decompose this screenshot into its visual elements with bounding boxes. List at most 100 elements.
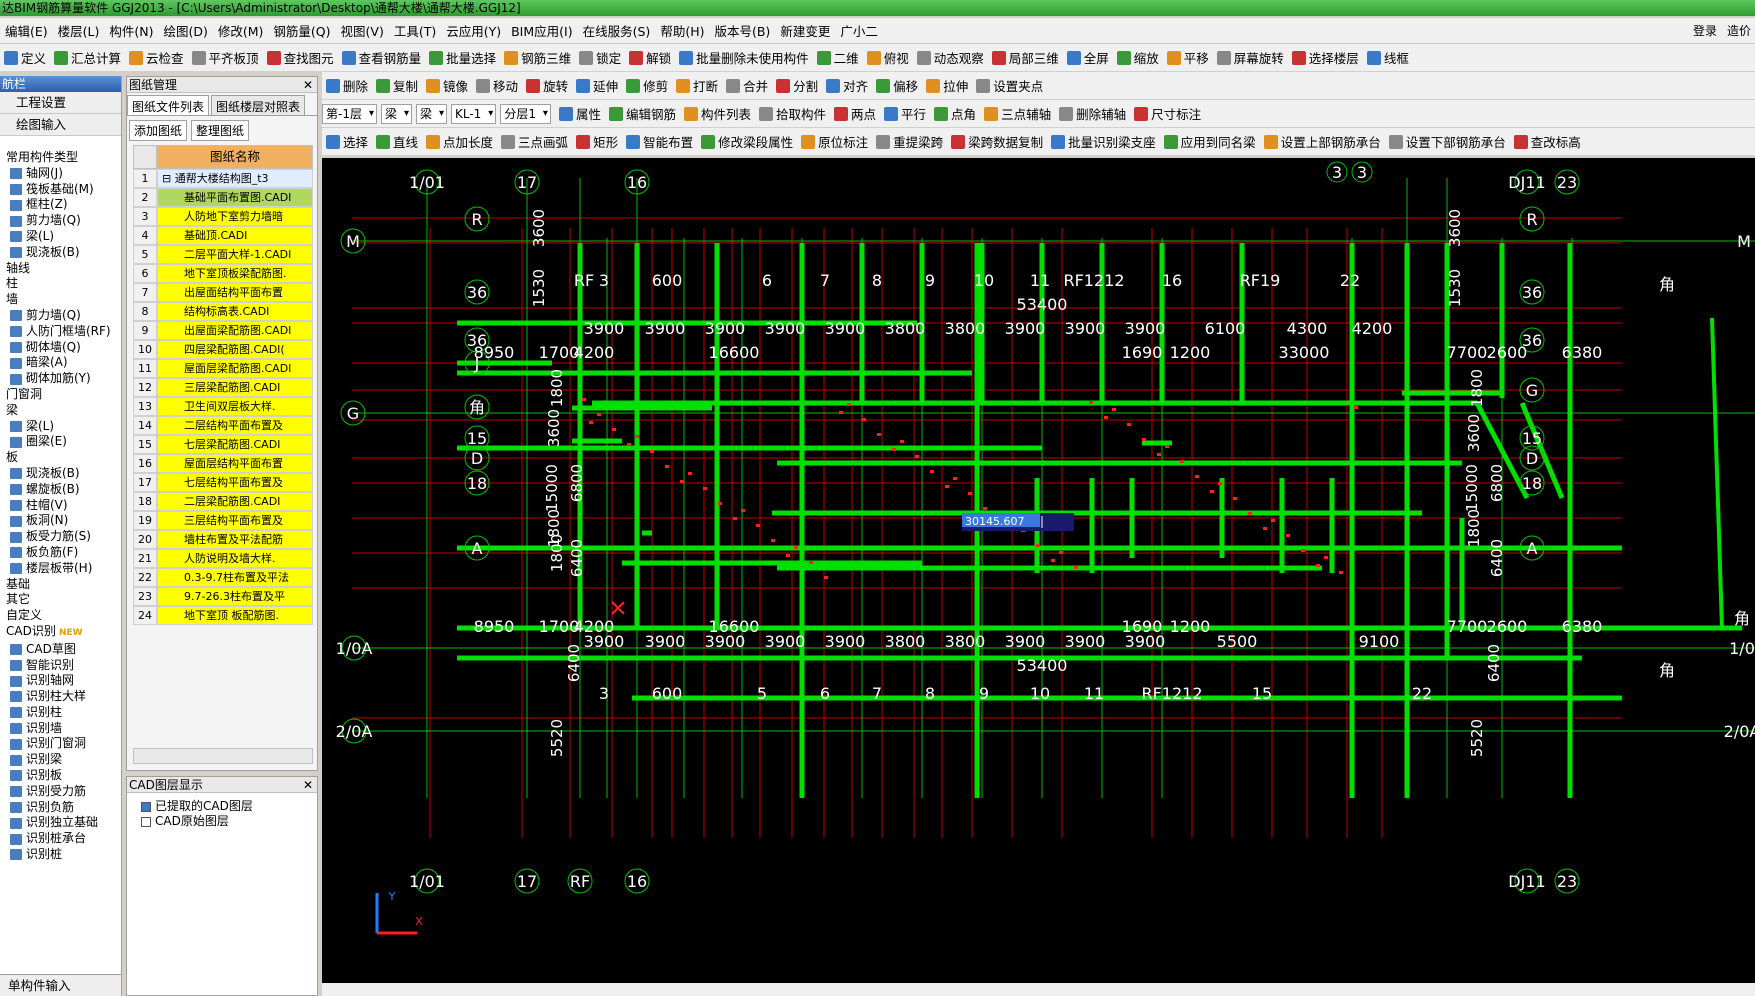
member-button-2[interactable]: 构件列表 xyxy=(680,103,755,125)
member-button-5[interactable]: 平行 xyxy=(880,103,930,125)
drawing-name-cell[interactable]: 人防说明及墙大样. xyxy=(157,549,313,568)
tree-item-14[interactable]: 砌体加筋(Y) xyxy=(4,371,121,387)
edit-button-3[interactable]: 移动 xyxy=(472,75,522,97)
menu-right-0[interactable]: 登录 xyxy=(1693,22,1717,39)
table-row[interactable]: 4 基础顶.CADI xyxy=(133,226,313,245)
checkbox-icon[interactable] xyxy=(141,801,151,812)
tree-group-0[interactable]: 常用构件类型 xyxy=(4,150,121,166)
menu-item-8[interactable]: 云应用(Y) xyxy=(441,21,506,40)
draw-button-5[interactable]: 智能布置 xyxy=(622,131,697,153)
edit-button-10[interactable]: 对齐 xyxy=(822,75,872,97)
tree-item-26[interactable]: 楼层板带(H) xyxy=(4,561,121,577)
tree-item-31[interactable]: CAD草图 xyxy=(4,642,121,658)
menu-item-1[interactable]: 楼层(L) xyxy=(53,21,105,40)
tree-item-35[interactable]: 识别柱 xyxy=(4,705,121,721)
type-select[interactable]: 梁 xyxy=(380,103,412,124)
drawing-name-cell[interactable]: 三层结构平面布置及 xyxy=(157,511,313,530)
tree-item-42[interactable]: 识别独立基础 xyxy=(4,815,121,831)
close-icon[interactable]: ✕ xyxy=(303,77,313,93)
table-row[interactable]: 12 三层梁配筋图.CADI xyxy=(133,378,313,397)
tree-group-30[interactable]: CAD识别 NEW xyxy=(4,624,121,642)
table-row[interactable]: 6 地下室顶板梁配筋图. xyxy=(133,264,313,283)
tree-group-8[interactable]: 柱 xyxy=(4,276,121,292)
main-button-15[interactable]: 全屏 xyxy=(1063,47,1113,69)
drawing-name-cell[interactable]: 基础顶.CADI xyxy=(157,226,313,245)
menu-item-13[interactable]: 新建变更 xyxy=(775,21,835,40)
main-button-6[interactable]: 批量选择 xyxy=(425,47,500,69)
horizontal-scrollbar[interactable] xyxy=(133,748,313,764)
draw-button-4[interactable]: 矩形 xyxy=(572,131,622,153)
tree-group-29[interactable]: 自定义 xyxy=(4,608,121,624)
main-button-17[interactable]: 平移 xyxy=(1163,47,1213,69)
edit-button-6[interactable]: 修剪 xyxy=(622,75,672,97)
draw-button-13[interactable]: 设置下部钢筋承台 xyxy=(1385,131,1510,153)
edit-button-5[interactable]: 延伸 xyxy=(572,75,622,97)
table-row[interactable]: 1 ⊟ 通帮大楼结构图_t3 xyxy=(133,169,313,188)
tree-item-1[interactable]: 轴网(J) xyxy=(4,166,121,182)
edit-button-2[interactable]: 镜像 xyxy=(422,75,472,97)
table-row[interactable]: 11 屋面层梁配筋图.CADI xyxy=(133,359,313,378)
menu-item-3[interactable]: 绘图(D) xyxy=(158,21,212,40)
floor-select[interactable]: 第-1层 xyxy=(322,103,377,124)
drawing-name-cell[interactable]: 二层梁配筋图.CADI xyxy=(157,492,313,511)
tab-floor-mapping[interactable]: 图纸楼层对照表 xyxy=(211,95,306,115)
drawing-name-cell[interactable]: 出屋面结构平面布置 xyxy=(157,283,313,302)
main-button-11[interactable]: 二维 xyxy=(813,47,863,69)
member-button-3[interactable]: 拾取构件 xyxy=(755,103,830,125)
drawing-name-cell[interactable]: 三层梁配筋图.CADI xyxy=(157,378,313,397)
tree-item-21[interactable]: 螺旋板(B) xyxy=(4,482,121,498)
drawing-name-cell[interactable]: 二层结构平面布置及 xyxy=(157,416,313,435)
menu-item-10[interactable]: 在线服务(S) xyxy=(578,21,656,40)
table-row[interactable]: 13 卫生间双层板大样. xyxy=(133,397,313,416)
table-row[interactable]: 18 二层梁配筋图.CADI xyxy=(133,492,313,511)
menu-item-5[interactable]: 钢筋量(Q) xyxy=(268,21,335,40)
member-button-0[interactable]: 属性 xyxy=(555,103,605,125)
tree-item-2[interactable]: 筏板基础(M) xyxy=(4,182,121,198)
menu-item-6[interactable]: 视图(V) xyxy=(336,21,389,40)
tree-item-3[interactable]: 框柱(Z) xyxy=(4,197,121,213)
draw-button-6[interactable]: 修改梁段属性 xyxy=(697,131,797,153)
tree-item-10[interactable]: 剪力墙(Q) xyxy=(4,308,121,324)
table-row[interactable]: 15 七层梁配筋图.CADI xyxy=(133,435,313,454)
table-row[interactable]: 14 二层结构平面布置及 xyxy=(133,416,313,435)
table-row[interactable]: 16 屋面层结构平面布置 xyxy=(133,454,313,473)
draw-button-9[interactable]: 梁跨数据复制 xyxy=(947,131,1047,153)
tree-item-43[interactable]: 识别桩承台 xyxy=(4,831,121,847)
main-button-8[interactable]: 锁定 xyxy=(575,47,625,69)
tree-item-41[interactable]: 识别负筋 xyxy=(4,800,121,816)
drawing-name-cell[interactable]: 0.3-9.7柱布置及平法 xyxy=(157,568,313,587)
tree-item-34[interactable]: 识别柱大样 xyxy=(4,689,121,705)
menu-item-14[interactable]: 广小二 xyxy=(835,21,883,40)
main-button-19[interactable]: 选择楼层 xyxy=(1288,47,1363,69)
organize-drawing-button[interactable]: 整理图纸 xyxy=(191,120,250,141)
main-button-9[interactable]: 解锁 xyxy=(625,47,675,69)
main-button-18[interactable]: 屏幕旋转 xyxy=(1213,47,1288,69)
table-row[interactable]: 23 9.7-26.3柱布置及平 xyxy=(133,587,313,606)
menu-item-0[interactable]: 编辑(E) xyxy=(0,21,53,40)
tree-group-15[interactable]: 门窗洞 xyxy=(4,387,121,403)
tree-item-36[interactable]: 识别墙 xyxy=(4,721,121,737)
tree-item-24[interactable]: 板受力筋(S) xyxy=(4,529,121,545)
layer-extracted[interactable]: 已提取的CAD图层 xyxy=(127,799,317,814)
menu-item-11[interactable]: 帮助(H) xyxy=(655,21,709,40)
draw-button-2[interactable]: 点加长度 xyxy=(422,131,497,153)
main-button-20[interactable]: 线框 xyxy=(1363,47,1413,69)
tree-item-33[interactable]: 识别轴网 xyxy=(4,673,121,689)
table-row[interactable]: 3 人防地下室剪力墙暗 xyxy=(133,207,313,226)
table-row[interactable]: 22 0.3-9.7柱布置及平法 xyxy=(133,568,313,587)
drawing-name-cell[interactable]: 地下室顶 板配筋图. xyxy=(157,606,313,625)
layer-original[interactable]: CAD原始图层 xyxy=(127,814,317,829)
tree-item-17[interactable]: 梁(L) xyxy=(4,419,121,435)
drawing-name-cell[interactable]: 二层平面大样-1.CADI xyxy=(157,245,313,264)
cad-drawing[interactable]: 1/01 17 163 3DJ11 23RF 3 600 6 7 8 9 10 11 RF1212 16 RF… xyxy=(322,158,1755,983)
table-row[interactable]: 17 七层结构平面布置及 xyxy=(133,473,313,492)
edit-button-13[interactable]: 设置夹点 xyxy=(972,75,1047,97)
tree-group-27[interactable]: 基础 xyxy=(4,577,121,593)
draw-button-1[interactable]: 直线 xyxy=(372,131,422,153)
menu-right-1[interactable]: 造价 xyxy=(1727,22,1751,39)
table-row[interactable]: 20 墙柱布置及平法配筋 xyxy=(133,530,313,549)
table-row[interactable]: 5 二层平面大样-1.CADI xyxy=(133,245,313,264)
edit-button-4[interactable]: 旋转 xyxy=(522,75,572,97)
drawing-name-cell[interactable]: 七层梁配筋图.CADI xyxy=(157,435,313,454)
edit-button-0[interactable]: 删除 xyxy=(322,75,372,97)
